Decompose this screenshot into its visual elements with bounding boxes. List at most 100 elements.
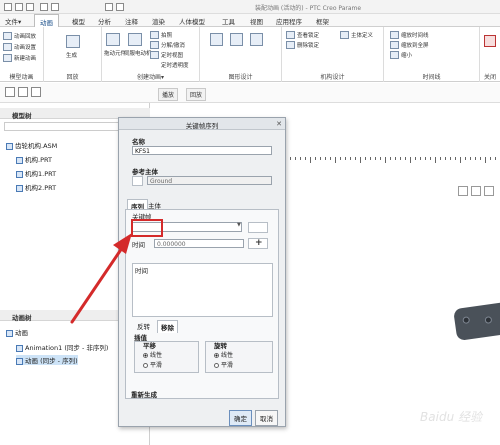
ribbon-item-timed-transparency[interactable]: 定时透明度 [161,61,189,69]
window-icon[interactable] [105,3,113,11]
ribbon-item-zoom-full[interactable]: 缩放到全屏 [401,41,429,49]
close-animation-icon[interactable] [484,35,496,47]
time-field[interactable]: 0.000000 [154,239,244,248]
select-body-icon[interactable] [132,176,143,186]
tree-settings-icon[interactable] [31,87,41,97]
ribbon-item-zoom-out[interactable]: 缩小 [401,51,412,59]
layers-icon[interactable] [18,87,28,97]
ruler-tick [385,157,386,163]
ribbon-item-zoom-timeline[interactable]: 缩放时间线 [401,31,429,39]
ribbon-item-explode[interactable]: 分解/撤消 [161,41,185,49]
glasses-icon[interactable] [248,222,268,233]
ribbon-item-timed-view[interactable]: 定时视图 [161,51,183,59]
menu-bar: 文件▾ 动画 模型 分析 注释 渲染 人体模型 工具 视图 应用程序 框架 [0,14,500,27]
reverse-button[interactable]: 反转 [134,320,153,332]
zoom-out-view-icon[interactable] [471,186,481,196]
ref-body-label: 参考主体 [132,168,158,176]
new-icon[interactable] [4,3,12,11]
explode-icon[interactable] [150,41,159,49]
ribbon-group-label: 创建动画▾ [136,74,164,81]
chevron-down-icon[interactable]: ▼ [237,222,241,228]
display-icon[interactable] [230,33,243,46]
ribbon-item-new-anim[interactable]: 新建动画 [14,54,36,62]
radio-label: 平滑 [221,362,234,369]
ribbon-item-body-def[interactable]: 主体定义 [351,31,373,39]
open-icon[interactable] [15,3,23,11]
rotate-smooth-radio[interactable]: 平滑 [214,360,233,369]
ribbon-item-snapshot[interactable]: 拍照 [161,31,172,39]
anim-tree-root[interactable]: 动画 [6,327,28,337]
drag-component-icon[interactable] [106,33,120,46]
undo-icon[interactable] [40,3,48,11]
name-field[interactable]: KFS1 [132,146,272,155]
tab-analysis[interactable]: 分析 [98,16,111,26]
radio-dot [214,363,219,368]
new-animation-icon[interactable] [3,54,12,62]
tab-applications[interactable]: 应用程序 [276,16,302,26]
ribbon-group-mechanism-design: 查看锁定 删除锁定 主体定义 机构设计 [282,27,384,82]
redo-icon[interactable] [51,3,59,11]
tab-render[interactable]: 渲染 [152,16,165,26]
tab-file[interactable]: 文件▾ [5,16,21,26]
style-icon[interactable] [250,33,263,46]
rotate-label: 旋转 [214,342,227,350]
zoom-in-icon[interactable] [458,186,468,196]
timeline-ruler[interactable] [285,154,500,164]
tab-manikin[interactable]: 人体模型 [179,16,205,26]
tab-animation[interactable]: 动画 [34,14,59,27]
play-button[interactable]: 播放 [158,88,179,101]
lock-icon[interactable] [286,31,295,39]
graphic-design-icon[interactable] [210,33,223,46]
timed-view-icon[interactable] [150,51,159,59]
close-icon[interactable] [116,3,124,11]
refit-icon[interactable] [484,186,494,196]
ribbon-group-label: 模型动画 [9,74,34,81]
ribbon-item-delete-lock[interactable]: 删除锁定 [297,41,319,49]
servo-motor-icon[interactable] [128,33,142,46]
generate-icon[interactable] [66,35,80,48]
rotate-linear-radio[interactable]: 线性 [214,350,233,359]
save-icon[interactable] [26,3,34,11]
snapshot-icon[interactable] [150,31,159,39]
tree-item-assembly[interactable]: 齿轮机构.ASM [6,140,57,150]
ribbon-item-drag[interactable]: 拖动元件 [104,49,126,57]
translate-smooth-radio[interactable]: 平滑 [143,360,162,369]
anim-tree-item-selected[interactable]: 动画 (同步 - 序列) [16,355,78,365]
unlock-icon[interactable] [286,41,295,49]
anim-tree-item[interactable]: Animation1 (同步 - 非序列) [16,342,108,352]
keyframe-list[interactable] [132,263,273,317]
zoom-out-icon[interactable] [390,51,399,59]
ruler-tick [495,157,496,160]
close-icon[interactable]: ✕ [276,120,282,128]
tab-framework[interactable]: 框架 [316,16,329,26]
playback-icon[interactable] [3,32,12,40]
translate-linear-radio[interactable]: 线性 [143,350,162,359]
ruler-tick [395,157,396,160]
replay-button[interactable]: 回放 [186,88,207,101]
tab-view[interactable]: 视图 [250,16,263,26]
cancel-button[interactable]: 取消 [255,410,278,426]
ribbon-item-generate[interactable]: 生成 [66,51,77,59]
ribbon-item-anim-playback[interactable]: 动画回放 [14,32,36,40]
ribbon-group-label: 时间线 [422,74,441,81]
ribbon-item-anim-settings[interactable]: 动画设置 [14,43,36,51]
plus-icon: + [255,238,263,248]
body-definition-icon[interactable] [340,31,349,39]
add-keyframe-button[interactable]: + [248,238,268,249]
ref-body-field[interactable]: Ground [147,176,272,185]
ruler-tick [370,157,371,160]
tree-item-part[interactable]: 机构1.PRT [16,168,56,178]
ok-button[interactable]: 确定 [229,410,252,426]
pin-icon[interactable] [5,87,15,97]
zoom-timeline-icon[interactable] [390,31,399,39]
zoom-full-icon[interactable] [390,41,399,49]
tree-item-part[interactable]: 机构.PRT [16,154,52,164]
tab-model[interactable]: 模型 [72,16,85,26]
ribbon-item-servo[interactable]: 伺服电动机 [124,49,152,57]
tab-annotate[interactable]: 注释 [125,16,138,26]
settings-icon[interactable] [3,43,12,51]
tab-tools[interactable]: 工具 [222,16,235,26]
ribbon-item-view-lock[interactable]: 查看锁定 [297,31,319,39]
tree-item-part[interactable]: 机构2.PRT [16,182,56,192]
remove-button[interactable]: 移除 [157,320,178,333]
